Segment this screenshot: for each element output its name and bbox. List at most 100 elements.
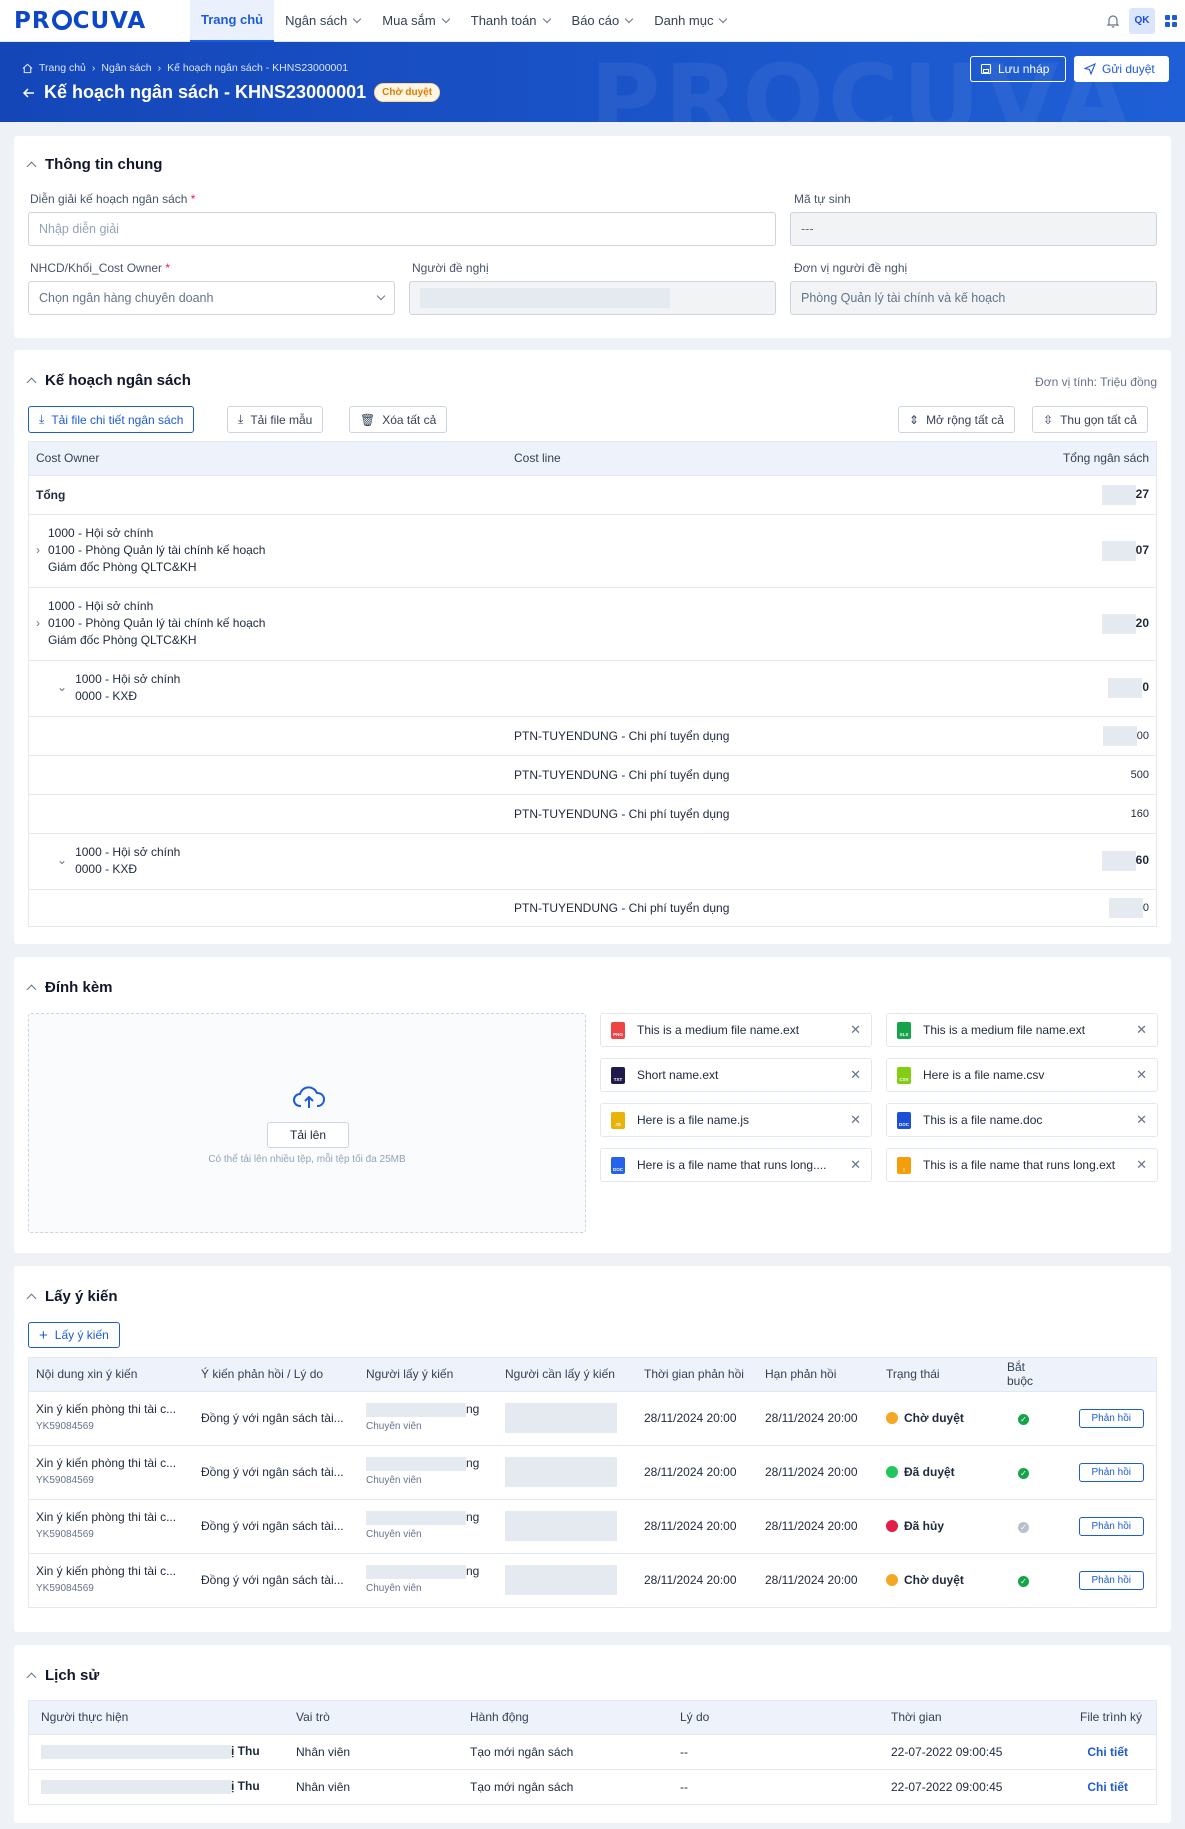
table-row: ị Thu Nhân viên Tạo mới ngân sách -- 22-07-2… [29,1768,1156,1804]
nav-budget[interactable]: Ngân sách [274,0,371,42]
file-item[interactable]: JS Here is a file name.js ✕ [600,1103,872,1137]
code-value: --- [801,222,814,236]
top-navbar: PR CUVA Trang chủ Ngân sách Mua sắm Thanh… [0,0,1185,42]
clear-all-button[interactable]: 🗑 Xóa tất cả [349,406,448,433]
opinion-content[interactable]: Xin ý kiến phòng thi tài c... [36,1564,176,1578]
save-draft-button[interactable]: Lưu nháp [970,56,1066,82]
col-target: Người cần lấy ý kiến [498,1358,637,1391]
deadline: 28/11/2024 20:00 [758,1498,879,1553]
download-template-button[interactable]: ⤓ Tải file mẫu [227,406,324,433]
value-tail: 07 [1135,542,1149,557]
opinion-content[interactable]: Xin ý kiến phòng thi tài c... [36,1510,176,1524]
close-icon[interactable]: ✕ [1136,1022,1147,1038]
reply-button[interactable]: Phản hồi [1078,1570,1144,1590]
upload-button[interactable]: Tải lên [267,1122,349,1148]
upload-detail-button[interactable]: ⤓ Tải file chi tiết ngân sách [28,406,195,433]
nav-home[interactable]: Trang chủ [190,0,275,42]
status-text: Chờ duyệt [904,1573,964,1588]
redacted-value [1108,678,1143,698]
close-icon[interactable]: ✕ [1136,1067,1147,1083]
nav-report[interactable]: Báo cáo [561,0,644,42]
deadline: 28/11/2024 20:00 [758,1444,879,1499]
redacted-target [505,1457,617,1487]
procuva-logo[interactable]: PR CUVA [14,8,190,34]
nav-purchase[interactable]: Mua sắm [371,0,459,42]
opinion-content[interactable]: Xin ý kiến phòng thi tài c... [36,1456,176,1470]
general-info-toggle[interactable]: Thông tin chung [26,156,162,173]
owner-row[interactable]: › 1000 - Hội sở chính 0100 - Phòng Quản lý… [29,513,1156,587]
chevron-down-icon[interactable]: ⌄ [57,680,67,694]
nav-catalog[interactable]: Danh mục [643,0,737,42]
close-icon[interactable]: ✕ [850,1022,861,1038]
owner-subrow[interactable]: ⌄ 1000 - Hội sở chính 0000 - KXĐ 0 [29,659,1156,716]
expand-all-label: Mở rộng tất cả [926,412,1004,427]
owner-l3: Giám đốc Phòng QLTC&KH [48,560,197,574]
chevron-right-icon[interactable]: › [36,543,40,557]
close-icon[interactable]: ✕ [1136,1157,1147,1173]
file-item[interactable]: TXT Short name.ext ✕ [600,1058,872,1092]
home-icon [22,63,33,73]
owner-l1: 1000 - Hội sở chính [48,599,154,613]
send-icon [1084,63,1096,75]
opinion-content[interactable]: Xin ý kiến phòng thi tài c... [36,1402,176,1416]
owner-l2: 0100 - Phòng Quản lý tài chính kế hoạch [48,543,266,557]
opinion-card: Lấy ý kiến + Lấy ý kiến Nội dung xin ý ki… [14,1266,1171,1632]
desc-input[interactable]: Nhập diễn giải [28,212,776,246]
detail-link[interactable]: Chi tiết [1087,1745,1128,1759]
reply-button[interactable]: Phản hồi [1078,1408,1144,1428]
time: 22-07-2022 09:00:45 [884,1768,1054,1804]
breadcrumb-budget[interactable]: Ngân sách [101,62,151,74]
file-item[interactable]: PNG This is a medium file name.ext ✕ [600,1013,872,1047]
file-type-icon: CSV [897,1066,911,1084]
detail-link[interactable]: Chi tiết [1087,1780,1128,1794]
trash-icon: 🗑 [360,412,376,427]
owner-l2: 0000 - KXĐ [75,689,138,703]
redacted-name [41,1780,231,1795]
file-item[interactable]: CSV Here is a file name.csv ✕ [886,1058,1158,1092]
upload-dropzone[interactable]: Tải lên Có thể tải lên nhiều tệp, mỗi tệ… [28,1013,586,1233]
add-opinion-button[interactable]: + Lấy ý kiến [28,1322,120,1348]
reply-button[interactable]: Phản hồi [1078,1516,1144,1536]
reason: -- [673,1768,884,1804]
redacted-value [1101,484,1136,505]
opinion-reply: Đồng ý với ngân sách tài... [194,1498,359,1553]
history-toggle[interactable]: Lịch sử [26,1667,99,1684]
chevron-right-icon[interactable]: › [36,616,40,630]
chevron-down-icon[interactable]: ⌄ [57,853,67,867]
col-action [1060,1358,1156,1391]
owner-row[interactable]: › 1000 - Hội sở chính 0100 - Phòng Quản lý… [29,586,1156,660]
check-circle-icon: ✓ [1018,1576,1029,1588]
bell-icon[interactable] [1105,13,1121,29]
close-icon[interactable]: ✕ [850,1112,861,1128]
collapse-all-button[interactable]: ⇳ Thu gọn tất cả [1032,406,1148,433]
requester-role: Chuyên viên [366,1475,422,1486]
value-tail: 0 [1142,680,1149,695]
attachments-toggle[interactable]: Đính kèm [26,979,113,996]
close-icon[interactable]: ✕ [1136,1112,1147,1128]
breadcrumb-home[interactable]: Trang chủ [39,62,86,74]
reply-button[interactable]: Phản hồi [1078,1462,1144,1482]
file-item[interactable]: ! This is a file name that runs long.ext ✕ [886,1148,1158,1182]
budget-plan-toggle[interactable]: Kế hoạch ngân sách [26,372,191,389]
col-actor: Người thực hiện [29,1701,289,1734]
owner-subrow[interactable]: ⌄ 1000 - Hội sở chính 0000 - KXĐ 60 [29,832,1156,889]
owner-select[interactable]: Chọn ngân hàng chuyên doanh [28,281,395,315]
nav-payment[interactable]: Thanh toán [460,0,561,42]
requester-name-tail: ng [466,1564,480,1579]
chevron-up-icon [26,984,37,995]
requester-name-tail: ng [466,1456,480,1470]
time: 22-07-2022 09:00:45 [884,1733,1054,1769]
avatar[interactable]: QK [1129,7,1155,34]
close-icon[interactable]: ✕ [850,1157,861,1173]
submit-button[interactable]: Gửi duyệt [1074,56,1169,82]
opinion-toggle[interactable]: Lấy ý kiến [26,1288,118,1305]
file-item[interactable]: DOC This is a file name.doc ✕ [886,1103,1158,1137]
file-item[interactable]: XLS This is a medium file name.ext ✕ [886,1013,1158,1047]
file-item[interactable]: DOC Here is a file name that runs long...… [600,1148,872,1182]
close-icon[interactable]: ✕ [850,1067,861,1083]
nav-payment-label: Thanh toán [470,13,537,28]
apps-grid-icon[interactable] [1163,13,1179,29]
back-arrow-icon[interactable] [22,86,36,100]
status-text: Đã duyệt [904,1465,955,1479]
expand-all-button[interactable]: ⇕ Mở rộng tất cả [898,406,1015,433]
